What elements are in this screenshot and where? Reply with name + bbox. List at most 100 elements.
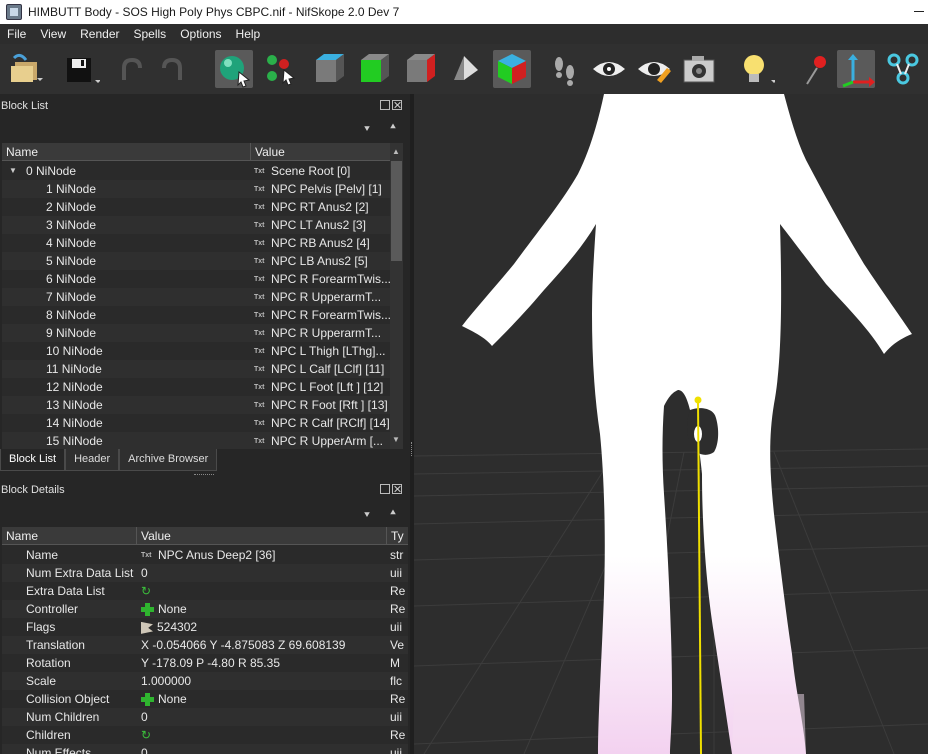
dock-splitter-handle[interactable] xyxy=(194,474,214,476)
column-value[interactable]: Value xyxy=(251,143,391,161)
table-row[interactable]: 10 NiNode Txt NPC L Thigh [LThg]... xyxy=(2,342,390,360)
column-value[interactable]: Value xyxy=(137,527,387,545)
show-markers-button[interactable] xyxy=(797,50,835,88)
column-name[interactable]: Name xyxy=(2,143,251,161)
table-row[interactable]: Flags 524302 uii xyxy=(2,618,408,636)
field-value[interactable]: None xyxy=(158,692,187,706)
float-icon[interactable] xyxy=(380,484,390,494)
table-row[interactable]: 14 NiNode Txt NPC R Calf [RClf] [14] xyxy=(2,414,390,432)
lighting-button[interactable] xyxy=(737,50,775,88)
view-side-button[interactable] xyxy=(402,50,440,88)
field-value[interactable]: 1.000000 xyxy=(141,674,191,688)
column-type[interactable]: Ty xyxy=(387,527,408,545)
scroll-down-icon[interactable]: ▼ xyxy=(392,435,400,444)
view-front-button[interactable] xyxy=(356,50,394,88)
open-file-button[interactable] xyxy=(6,50,44,88)
field-value[interactable]: Y -178.09 P -4.80 R 85.35 xyxy=(141,656,280,670)
view-walk-button[interactable] xyxy=(448,50,486,88)
block-name: 2 NiNode xyxy=(46,200,97,214)
block-name: 10 NiNode xyxy=(46,344,103,358)
float-icon[interactable] xyxy=(380,100,390,110)
menu-render[interactable]: Render xyxy=(73,24,126,44)
collapse-all-icon[interactable]: ⯆ xyxy=(360,124,374,136)
table-row[interactable]: ▼ 0 NiNode Txt Scene Root [0] xyxy=(2,162,390,180)
field-type: uii xyxy=(390,746,403,754)
field-name: Num Extra Data List xyxy=(26,566,134,580)
table-row[interactable]: 11 NiNode Txt NPC L Calf [LClf] [11] xyxy=(2,360,390,378)
field-type: Ve xyxy=(390,638,405,652)
show-nodes-button[interactable] xyxy=(884,50,922,88)
select-object-button[interactable] xyxy=(215,50,253,88)
view-top-button[interactable] xyxy=(311,50,349,88)
close-icon[interactable] xyxy=(392,484,402,494)
menu-view[interactable]: View xyxy=(33,24,73,44)
table-row[interactable]: Children ↻ Re xyxy=(2,726,408,744)
body-mesh[interactable] xyxy=(462,94,912,754)
render-viewport[interactable] xyxy=(414,94,928,754)
table-row[interactable]: 6 NiNode Txt NPC R ForearmTwis... xyxy=(2,270,390,288)
table-row[interactable]: 5 NiNode Txt NPC LB Anus2 [5] xyxy=(2,252,390,270)
block-name: 1 NiNode xyxy=(46,182,97,196)
table-row[interactable]: Name Txt NPC Anus Deep2 [36] str xyxy=(2,546,408,564)
table-row[interactable]: 9 NiNode Txt NPC R UpperarmT... xyxy=(2,324,390,342)
table-row[interactable]: 1 NiNode Txt NPC Pelvis [Pelv] [1] xyxy=(2,180,390,198)
undo-button[interactable] xyxy=(112,50,150,88)
open-folder-icon xyxy=(11,53,43,82)
table-row[interactable]: Scale 1.000000 flc xyxy=(2,672,408,690)
table-row[interactable]: 4 NiNode Txt NPC RB Anus2 [4] xyxy=(2,234,390,252)
table-row[interactable]: Translation X -0.054066 Y -4.875083 Z 69.… xyxy=(2,636,408,654)
show-axes-button[interactable] xyxy=(837,50,875,88)
show-hidden-button[interactable] xyxy=(590,50,628,88)
tab-header[interactable]: Header xyxy=(65,449,120,471)
scroll-up-icon[interactable]: ▲ xyxy=(392,147,400,156)
table-row[interactable]: 12 NiNode Txt NPC L Foot [Lft ] [12] xyxy=(2,378,390,396)
table-row[interactable]: 2 NiNode Txt NPC RT Anus2 [2] xyxy=(2,198,390,216)
tab-archive-browser[interactable]: Archive Browser xyxy=(119,449,218,471)
field-value[interactable]: 0 xyxy=(141,710,148,724)
block-value: NPC RT Anus2 [2] xyxy=(271,200,369,214)
scrollbar-thumb[interactable] xyxy=(391,161,402,261)
table-row[interactable]: Num Children 0 uii xyxy=(2,708,408,726)
field-value[interactable]: 0 xyxy=(141,566,148,580)
collapse-all-icon[interactable]: ⯅ xyxy=(386,508,400,520)
table-row[interactable]: Collision Object None Re xyxy=(2,690,408,708)
add-link-icon[interactable] xyxy=(141,603,154,617)
table-row[interactable]: 8 NiNode Txt NPC R ForearmTwis... xyxy=(2,306,390,324)
block-name: 13 NiNode xyxy=(46,398,103,412)
field-value[interactable]: NPC Anus Deep2 [36] xyxy=(158,548,275,562)
table-row[interactable]: Num Effects 0 uii xyxy=(2,744,408,754)
menu-spells[interactable]: Spells xyxy=(127,24,174,44)
table-row[interactable]: 13 NiNode Txt NPC R Foot [Rft ] [13] xyxy=(2,396,390,414)
expand-all-icon[interactable]: ⯅ xyxy=(386,122,400,134)
minimize-button[interactable] xyxy=(906,0,928,24)
menu-file[interactable]: File xyxy=(0,24,33,44)
menu-options[interactable]: Options xyxy=(173,24,228,44)
table-row[interactable]: 7 NiNode Txt NPC R UpperarmT... xyxy=(2,288,390,306)
chevron-down-icon[interactable]: ▼ xyxy=(9,162,17,180)
table-row[interactable]: Rotation Y -178.09 P -4.80 R 85.35 M xyxy=(2,654,408,672)
block-list-scrollbar[interactable]: ▲ ▼ xyxy=(390,143,403,449)
table-row[interactable]: Num Extra Data List 0 uii xyxy=(2,564,408,582)
save-file-button[interactable] xyxy=(62,50,100,88)
menu-help[interactable]: Help xyxy=(229,24,268,44)
field-value[interactable]: 524302 xyxy=(157,620,197,634)
field-value[interactable]: X -0.054066 Y -4.875083 Z 69.608139 xyxy=(141,638,345,652)
field-value[interactable]: 0 xyxy=(141,746,148,754)
table-row[interactable]: 3 NiNode Txt NPC LT Anus2 [3] xyxy=(2,216,390,234)
view-user-button[interactable] xyxy=(493,50,531,88)
close-icon[interactable] xyxy=(392,100,402,110)
expand-all-icon[interactable]: ⯆ xyxy=(360,510,374,522)
table-row[interactable]: Extra Data List ↻ Re xyxy=(2,582,408,600)
bone-node[interactable] xyxy=(694,396,702,404)
show-selected-button[interactable] xyxy=(635,50,673,88)
column-name[interactable]: Name xyxy=(2,527,137,545)
tab-block-list[interactable]: Block List xyxy=(0,449,66,471)
add-link-icon[interactable] xyxy=(141,693,154,707)
table-row[interactable]: Controller None Re xyxy=(2,600,408,618)
walk-mode-button[interactable] xyxy=(546,50,584,88)
select-vertex-button[interactable] xyxy=(262,50,300,88)
table-row[interactable]: 15 NiNode Txt NPC R UpperArm [... xyxy=(2,432,390,449)
screenshot-button[interactable] xyxy=(680,50,718,88)
field-value[interactable]: None xyxy=(158,602,187,616)
redo-button[interactable] xyxy=(154,50,192,88)
